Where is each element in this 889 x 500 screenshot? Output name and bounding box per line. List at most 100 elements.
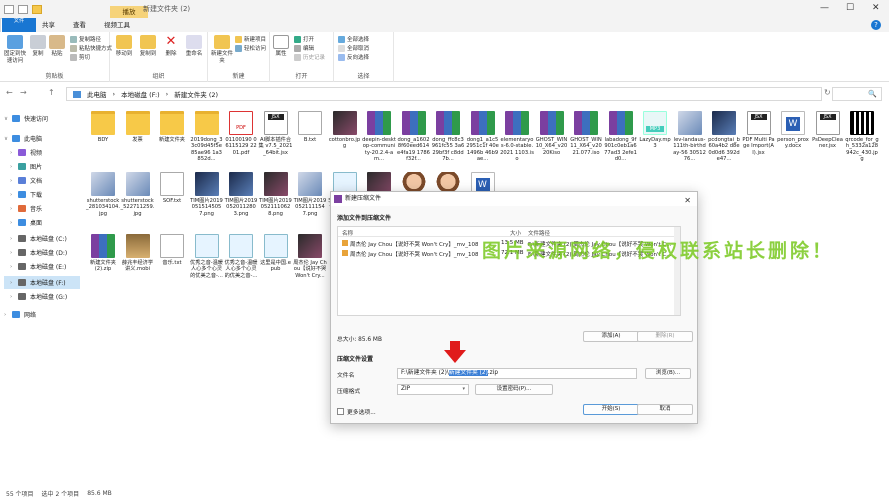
tab-video-tools[interactable]: 视频工具	[95, 18, 139, 32]
chevron-right-icon[interactable]: ›	[10, 264, 18, 270]
breadcrumb-this-pc[interactable]: 此电脑	[87, 89, 107, 99]
new-folder-button[interactable]: 新建文件夹	[210, 35, 234, 65]
chevron-right-icon[interactable]: ›	[10, 150, 18, 156]
help-icon[interactable]: ?	[871, 20, 881, 30]
copy-button[interactable]: 复制	[29, 35, 47, 58]
nav-item[interactable]: › 本地磁盘 (E:)	[4, 260, 80, 273]
nav-item[interactable]: › 本地磁盘 (G:)	[4, 290, 80, 303]
set-password-button[interactable]: 设置密码(P)...	[475, 384, 553, 395]
column-name[interactable]: 名称	[342, 229, 353, 237]
file-item[interactable]: elementaryos-6.0-stable.2021 1103.iso	[500, 111, 534, 162]
file-item[interactable]: 优秀之音-温暖人心多个心灵的优美之音-...	[224, 234, 258, 279]
chevron-down-icon[interactable]: ∨	[4, 136, 12, 142]
nav-item[interactable]: › 网络	[4, 308, 80, 321]
file-item[interactable]: 音乐.txt	[155, 234, 189, 266]
nav-item[interactable]: ∨ 此电脑	[4, 132, 80, 145]
select-none-button[interactable]: 全部取消	[338, 44, 369, 52]
chevron-right-icon[interactable]: ›	[10, 236, 18, 242]
file-item[interactable]: 优秀之音-温暖人心多个心灵的优美之音-...	[190, 234, 224, 279]
easy-access-button[interactable]: 轻松访问	[235, 44, 266, 52]
properties-button[interactable]: 属性	[272, 35, 290, 58]
new-folder-quick-icon[interactable]	[32, 4, 42, 14]
start-button[interactable]: 开始(S)	[583, 404, 639, 415]
move-to-button[interactable]: 移动到	[114, 35, 134, 58]
file-item[interactable]: person_proxy.docx	[776, 111, 810, 150]
copy-path-button[interactable]: 复制路径	[70, 35, 101, 43]
chevron-right-icon[interactable]: ›	[10, 294, 18, 300]
nav-item[interactable]: › 本地磁盘 (C:)	[4, 232, 80, 245]
chevron-right-icon[interactable]: ›	[4, 312, 12, 318]
forward-button[interactable]: →	[20, 88, 27, 97]
chevron-right-icon[interactable]: ›	[10, 280, 18, 286]
file-item[interactable]: deepin-desktop-community-20.2.4-am...	[362, 111, 396, 162]
filename-input[interactable]: F:\新建文件夹 (2)\新建文件夹 (2).zip	[397, 368, 637, 379]
file-item[interactable]: PDF Multi Page Import(AI).jsx	[742, 111, 776, 156]
cut-button[interactable]: 剪切	[70, 53, 90, 61]
file-item[interactable]: lev-landaus-111th-birthday-56 3051276...	[673, 111, 707, 162]
file-item[interactable]: shutterstock_281034104.jpg	[86, 172, 120, 217]
address-bar[interactable]: 此电脑 › 本地磁盘 (F:) › 新建文件夹 (2)	[66, 87, 822, 101]
file-item[interactable]: SOF.txt	[155, 172, 189, 204]
chevron-right-icon[interactable]: ›	[10, 250, 18, 256]
file-item[interactable]: TIM图片20190521111547.png	[293, 172, 327, 217]
nav-item[interactable]: ∨ 快速访问	[4, 112, 80, 125]
file-item[interactable]: 这里是中国.epub	[259, 234, 293, 273]
pin-quick-access-button[interactable]: 固定到快速访问	[2, 35, 28, 65]
remove-button[interactable]: 删除(R)	[637, 331, 693, 342]
nav-item[interactable]: › 文档	[4, 174, 80, 187]
nav-item[interactable]: › 音乐	[4, 202, 80, 215]
chevron-right-icon[interactable]: ›	[10, 178, 18, 184]
invert-selection-button[interactable]: 反向选择	[338, 53, 369, 61]
file-item[interactable]: 新建文件夹	[155, 111, 189, 143]
file-item[interactable]: AI脚本插件合集 v7.5_2021_64bit.jsx	[259, 111, 293, 156]
nav-item[interactable]: › 本地磁盘 (D:)	[4, 246, 80, 259]
up-button[interactable]: ↑	[48, 88, 55, 97]
breadcrumb-folder[interactable]: 新建文件夹 (2)	[174, 89, 218, 99]
file-item[interactable]: 新建文件夹 (2).zip	[86, 234, 120, 273]
file-item[interactable]: pcdongtai_b60a4b2 d8e0d0d6 392de47...	[707, 111, 741, 162]
file-item[interactable]: B.txt	[293, 111, 327, 143]
file-item[interactable]: GHOST_WIN10_X64_v2020Kiso	[535, 111, 569, 156]
maximize-button[interactable]: ☐	[846, 3, 854, 13]
chevron-right-icon[interactable]: ›	[10, 220, 18, 226]
file-item[interactable]: 周杰伦 Jay Chou【说好不哭 Won't Cry...	[293, 234, 327, 279]
breadcrumb-drive-f[interactable]: 本地磁盘 (F:)	[121, 89, 160, 99]
dialog-close-button[interactable]: ✕	[684, 194, 691, 208]
copy-to-button[interactable]: 复制到	[138, 35, 158, 58]
rename-button[interactable]: 重命名	[184, 35, 204, 58]
file-item[interactable]: labadong_9f901c0eb1a677ad3 2efe1d0...	[604, 111, 638, 162]
history-button[interactable]: 历史记录	[294, 53, 325, 61]
chevron-right-icon[interactable]: ›	[10, 206, 18, 212]
nav-item[interactable]: › 下载	[4, 188, 80, 201]
file-item[interactable]: qrcode_for_gh_5332a128942c_430.jpg	[845, 111, 879, 162]
nav-item[interactable]: › 桌面	[4, 216, 80, 229]
refresh-button[interactable]: ↻	[824, 88, 831, 97]
delete-button[interactable]: ✕ 删除	[162, 35, 180, 58]
add-button[interactable]: 添加(A)	[583, 331, 639, 342]
back-button[interactable]: ←	[6, 88, 13, 97]
chevron-right-icon[interactable]: ›	[10, 192, 18, 198]
file-item[interactable]: cottonbro.jpg	[328, 111, 362, 150]
file-item[interactable]: dong_ffc8c3961fc55 3a629bf3f c8dd7b...	[431, 111, 465, 162]
file-item[interactable]: TIM图片20190515145057.png	[190, 172, 224, 217]
file-item[interactable]: 发票	[121, 111, 155, 143]
search-input[interactable]: 🔍	[832, 87, 882, 101]
file-item[interactable]: dong_a16028f60eed614e4fa19 1786f32f...	[397, 111, 431, 162]
new-item-button[interactable]: 新建项目	[235, 35, 266, 43]
chevron-right-icon[interactable]: ›	[10, 164, 18, 170]
paste-shortcut-button[interactable]: 粘贴快捷方式	[70, 44, 112, 52]
browse-button[interactable]: 浏览(B)...	[645, 368, 691, 379]
edit-button[interactable]: 编辑	[294, 44, 314, 52]
file-item[interactable]: dong1_a1c52951c1f 40e1496b 46b9ae...	[466, 111, 500, 162]
file-item[interactable]: 01100190 06115129 2201.pdf	[224, 111, 258, 156]
file-item[interactable]: shutterstock_522711259.jpg	[121, 172, 155, 217]
open-button[interactable]: 打开	[294, 35, 314, 43]
chevron-down-icon[interactable]: ∨	[4, 116, 12, 122]
file-item[interactable]: BDY	[86, 111, 120, 143]
tab-file[interactable]: 文件	[2, 18, 36, 32]
paste-button[interactable]: 粘贴	[48, 35, 66, 58]
checkbox-box[interactable]	[337, 408, 344, 415]
tab-share[interactable]: 共享	[33, 18, 64, 32]
nav-item[interactable]: › 本地磁盘 (F:)	[4, 276, 80, 289]
file-item[interactable]: PsDeepCleaner.jsx	[811, 111, 845, 150]
